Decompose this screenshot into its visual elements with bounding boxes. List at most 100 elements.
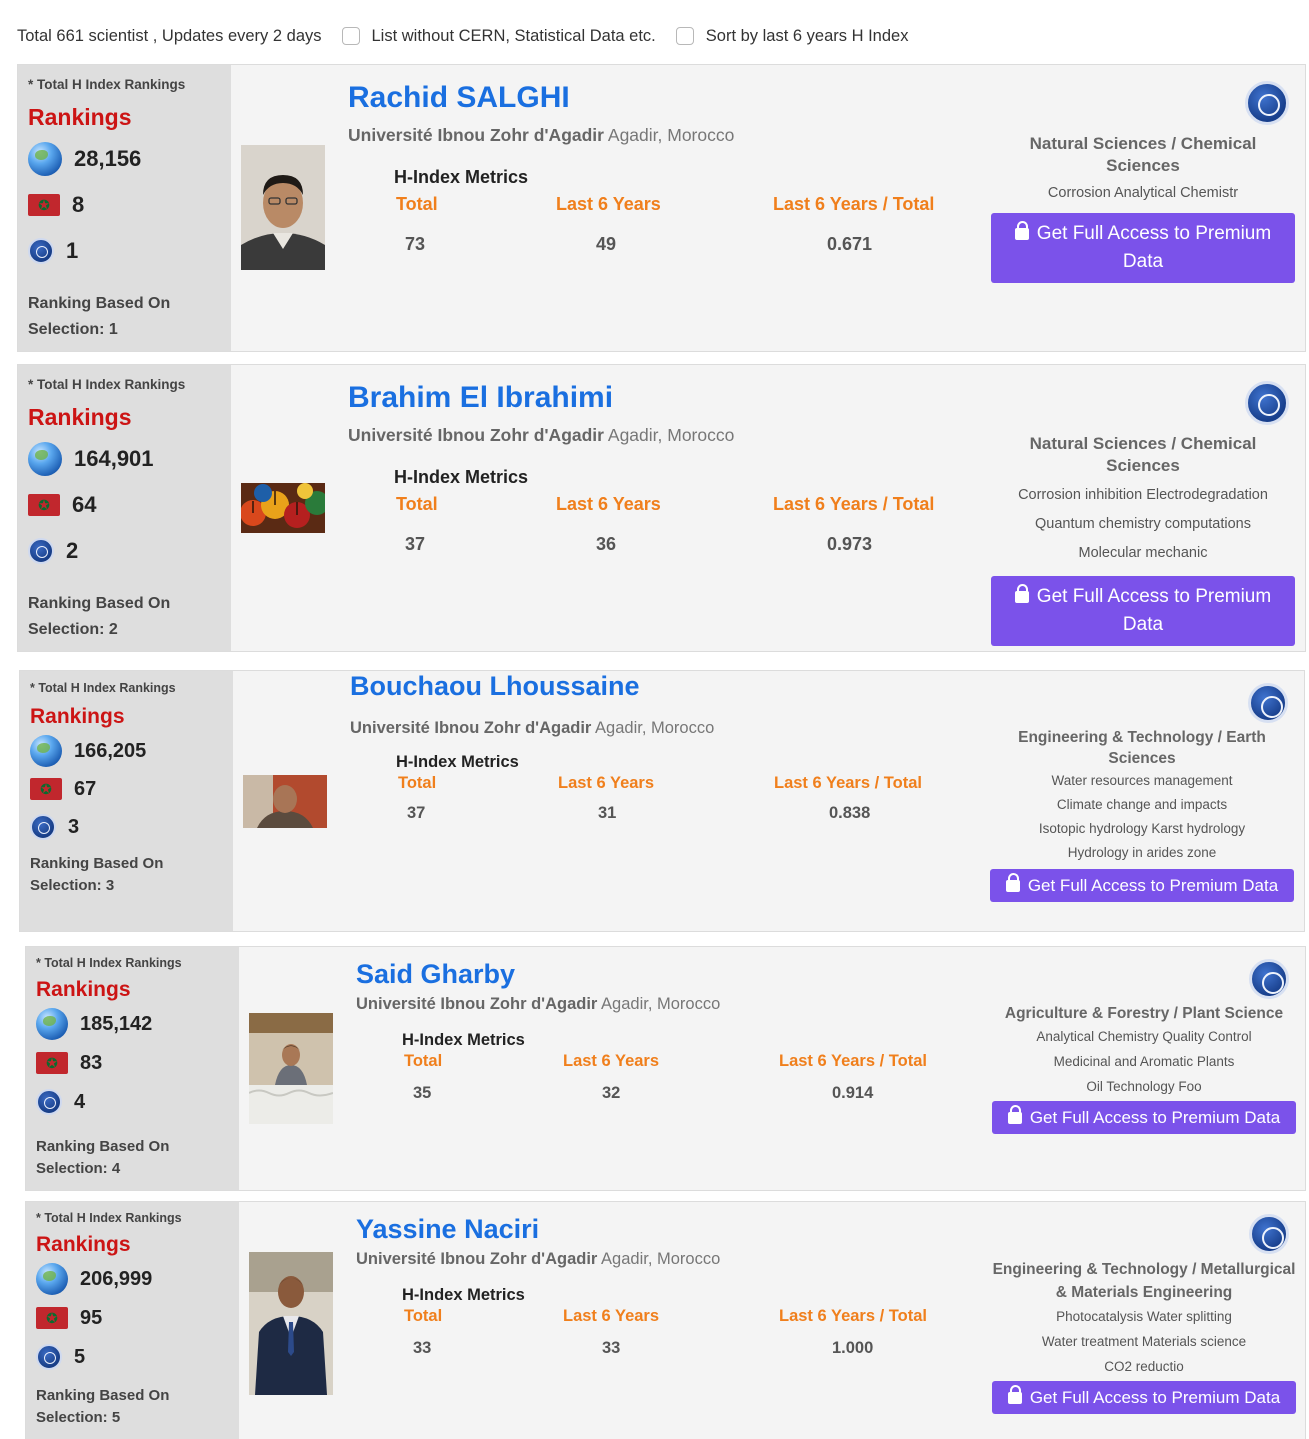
premium-access-button[interactable]: Get Full Access to Premium Data xyxy=(991,213,1295,283)
affiliation: Université Ibnou Zohr d'Agadir Agadir, M… xyxy=(348,425,734,446)
h-last6-value: 36 xyxy=(596,534,617,554)
premium-access-button[interactable]: Get Full Access to Premium Data xyxy=(992,1101,1296,1134)
scientist-name[interactable]: Said Gharby xyxy=(356,959,515,990)
topic-line: Oil Technology Foo xyxy=(1086,1079,1202,1094)
scientist-card: * Total H Index Rankings Rankings 185,14… xyxy=(25,946,1306,1191)
world-rank: 166,205 xyxy=(30,733,223,769)
topic-line: Isotopic hydrology Karst hydrology xyxy=(1038,821,1246,836)
research-areas: Engineering & Technology / Earth Science… xyxy=(990,727,1294,902)
field-of-study: Natural Sciences / Chemical Sciences xyxy=(1029,434,1257,475)
premium-access-button[interactable]: Get Full Access to Premium Data xyxy=(990,869,1294,902)
field-of-study: Engineering & Technology / Metallurgical… xyxy=(992,1261,1296,1301)
profile-photo[interactable] xyxy=(243,775,327,828)
ranking-panel: * Total H Index Rankings Rankings 28,156… xyxy=(18,65,231,351)
topic-line: Analytical Chemistry Quality Control xyxy=(1036,1029,1252,1044)
col-total-header: Total xyxy=(398,774,437,792)
scientist-name[interactable]: Rachid SALGHI xyxy=(348,81,570,115)
globe-icon xyxy=(36,1263,68,1295)
col-total-header: Total xyxy=(404,1052,443,1070)
world-rank-value: 206,999 xyxy=(80,1267,153,1290)
ranking-based-on-label: Ranking Based On xyxy=(36,1138,170,1155)
filter-without-cern[interactable]: List without CERN, Statistical Data etc. xyxy=(341,27,656,46)
h-total-value: 33 xyxy=(413,1339,432,1357)
filter-sort-last6[interactable]: Sort by last 6 years H Index xyxy=(675,27,908,46)
topics: Corrosion inhibition Electrodegradation Q… xyxy=(991,481,1295,568)
h-total-value: 37 xyxy=(405,534,426,554)
university-name[interactable]: Université Ibnou Zohr d'Agadir xyxy=(356,995,597,1013)
ranking-based-on-label: Ranking Based On xyxy=(30,855,164,872)
selection-label: Selection: 2 xyxy=(28,621,118,638)
h-ratio-value: 0.838 xyxy=(829,804,871,822)
university-logo[interactable] xyxy=(1248,683,1288,723)
selection-label: Selection: 1 xyxy=(28,321,118,338)
university-rank-value: 4 xyxy=(74,1090,86,1113)
university-rank-value: 1 xyxy=(66,238,79,263)
h-total-value: 35 xyxy=(413,1084,432,1102)
rankings-title: Rankings xyxy=(28,404,132,430)
scientist-card: * Total H Index Rankings Rankings 28,156… xyxy=(17,64,1306,352)
university-logo[interactable] xyxy=(1245,381,1289,425)
profile-photo[interactable] xyxy=(249,1013,333,1124)
location: Agadir, Morocco xyxy=(601,995,721,1013)
country-rank: 64 xyxy=(28,487,221,523)
ranking-based-on-label: Ranking Based On xyxy=(28,595,171,612)
col-last6-header: Last 6 Years xyxy=(563,1052,660,1070)
field-of-study: Engineering & Technology / Earth Science… xyxy=(1018,729,1266,767)
col-total-header: Total xyxy=(396,194,438,214)
university-rank: 2 xyxy=(28,533,221,569)
premium-access-button[interactable]: Get Full Access to Premium Data xyxy=(992,1381,1296,1414)
university-logo[interactable] xyxy=(1245,81,1289,125)
university-logo[interactable] xyxy=(1249,959,1289,999)
profile-photo[interactable] xyxy=(241,145,325,270)
globe-icon xyxy=(36,1008,68,1040)
affiliation: Université Ibnou Zohr d'Agadir Agadir, M… xyxy=(348,125,734,146)
h-index-metrics: H-Index Metrics Total Last 6 Years Last 6 … xyxy=(394,167,954,258)
world-rank-value: 166,205 xyxy=(74,739,147,762)
country-rank: 95 xyxy=(36,1300,229,1336)
scientist-card: * Total H Index Rankings Rankings 164,90… xyxy=(17,364,1306,652)
topic-line: Photocatalysis Water splitting xyxy=(1056,1309,1232,1324)
h-total-value: 73 xyxy=(405,234,426,254)
scientist-name[interactable]: Brahim El Ibrahimi xyxy=(348,381,613,415)
col-last6-header: Last 6 Years xyxy=(556,194,661,214)
profile-photo[interactable] xyxy=(249,1252,333,1395)
country-rank-value: 67 xyxy=(74,777,97,800)
scientist-name[interactable]: Bouchaou Lhoussaine xyxy=(350,671,640,702)
world-rank: 164,901 xyxy=(28,441,221,477)
premium-access-label: Get Full Access to Premium Data xyxy=(1036,586,1272,635)
country-rank: 67 xyxy=(30,771,223,807)
h-last6-value: 33 xyxy=(602,1339,621,1357)
morocco-flag-icon xyxy=(28,494,60,516)
checkbox-without-cern[interactable] xyxy=(341,27,360,45)
topic-line: Water treatment Materials science xyxy=(1041,1334,1247,1349)
world-rank: 185,142 xyxy=(36,1006,229,1042)
university-logo[interactable] xyxy=(1249,1214,1289,1254)
total-rankings-caption: * Total H Index Rankings xyxy=(28,77,186,92)
ranking-based-on-label: Ranking Based On xyxy=(28,295,171,312)
checkbox-sort-last6[interactable] xyxy=(675,27,694,45)
topic-line: Climate change and impacts xyxy=(1056,797,1228,812)
col-total-header: Total xyxy=(396,494,438,514)
h-index-metrics: H-Index Metrics Total Last 6 Years Last 6 … xyxy=(402,1031,962,1108)
metrics-title: H-Index Metrics xyxy=(394,467,529,487)
university-rank-value: 3 xyxy=(68,815,80,838)
ranking-panel: * Total H Index Rankings Rankings 164,90… xyxy=(18,365,231,651)
university-name[interactable]: Université Ibnou Zohr d'Agadir xyxy=(356,1250,597,1268)
col-ratio-header: Last 6 Years / Total xyxy=(779,1052,927,1070)
university-name[interactable]: Université Ibnou Zohr d'Agadir xyxy=(350,719,591,737)
col-ratio-header: Last 6 Years / Total xyxy=(773,494,935,514)
scientist-card: * Total H Index Rankings Rankings 206,99… xyxy=(25,1201,1306,1439)
university-seal-icon xyxy=(36,1089,62,1115)
university-name[interactable]: Université Ibnou Zohr d'Agadir xyxy=(348,425,604,445)
scientist-name[interactable]: Yassine Naciri xyxy=(356,1214,539,1245)
ranking-panel: * Total H Index Rankings Rankings 206,99… xyxy=(26,1202,239,1439)
col-last6-header: Last 6 Years xyxy=(558,774,655,792)
premium-access-label: Get Full Access to Premium Data xyxy=(1029,1388,1281,1407)
world-rank-value: 28,156 xyxy=(74,146,142,171)
profile-photo[interactable] xyxy=(241,483,325,533)
premium-access-button[interactable]: Get Full Access to Premium Data xyxy=(991,576,1295,646)
university-rank: 4 xyxy=(36,1084,229,1120)
university-name[interactable]: Université Ibnou Zohr d'Agadir xyxy=(348,125,604,145)
total-rankings-caption: * Total H Index Rankings xyxy=(28,377,186,392)
country-rank: 8 xyxy=(28,187,221,223)
